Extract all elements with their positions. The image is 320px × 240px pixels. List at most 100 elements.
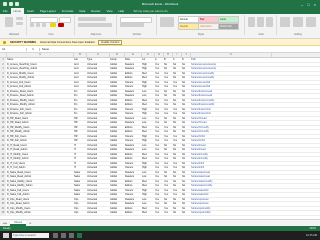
cell[interactable]: D_IT_Full_Admin — [7, 166, 73, 170]
cell[interactable]: No — [164, 148, 172, 152]
cell[interactable]: Yes — [155, 184, 163, 188]
cell[interactable]: No — [173, 157, 181, 161]
cell[interactable]: No — [173, 171, 181, 175]
cell[interactable]: D_Access_Full_Users — [7, 81, 73, 85]
cell[interactable]: D_Finance_Read_Admin — [7, 94, 73, 98]
cell[interactable]: High — [142, 189, 154, 193]
cell[interactable]: High — [142, 108, 154, 112]
cell[interactable]: Universal — [87, 76, 109, 80]
cell[interactable]: D_Ops_Modify_Users — [7, 207, 73, 211]
row-number[interactable]: 3 — [0, 67, 6, 71]
cell[interactable]: Yes — [155, 153, 163, 157]
cell[interactable]: Editors — [125, 72, 141, 76]
cell[interactable]: Global — [110, 166, 124, 170]
cell[interactable]: Universal — [87, 67, 109, 71]
tab-data[interactable]: Data — [76, 9, 88, 13]
cell[interactable]: No — [164, 67, 172, 71]
cell[interactable]: Universal — [87, 121, 109, 125]
row-number[interactable]: 32 — [0, 197, 6, 201]
sheet-nav-icon[interactable]: ◀ ▶ — [0, 222, 10, 225]
row-number[interactable]: 31 — [0, 193, 6, 197]
cell[interactable]: Global — [110, 180, 124, 184]
cell[interactable]: High — [142, 193, 154, 197]
cell[interactable]: Yes — [164, 184, 172, 188]
cell[interactable]: Low — [142, 90, 154, 94]
cell[interactable]: \\share\ops\modify — [191, 207, 271, 211]
column-header[interactable]: D — [110, 53, 125, 57]
tab-formulas[interactable]: Formulas — [59, 9, 77, 13]
cell[interactable]: Readers — [125, 171, 141, 175]
cell[interactable]: Yes — [173, 189, 181, 193]
cell[interactable]: Low — [142, 94, 154, 98]
cell[interactable]: Yes — [164, 166, 172, 170]
cell[interactable]: Low — [142, 144, 154, 148]
cell[interactable]: Editors — [125, 99, 141, 103]
row-number[interactable]: 10 — [0, 98, 6, 102]
select-all-corner[interactable] — [0, 53, 7, 57]
cell[interactable]: No — [182, 144, 190, 148]
cell[interactable]: No — [173, 207, 181, 211]
sheet-tab[interactable]: Sheet1 — [10, 220, 27, 226]
cell[interactable]: D_HR_Modify_Users — [7, 126, 73, 130]
cell[interactable]: Low — [142, 117, 154, 121]
cell[interactable]: High — [142, 166, 154, 170]
cell[interactable]: Editors — [125, 103, 141, 107]
cell[interactable]: Yes — [155, 207, 163, 211]
cell[interactable]: Ops — [74, 211, 86, 215]
cell[interactable]: Yes — [155, 112, 163, 116]
fx-icon[interactable]: fx — [27, 47, 40, 51]
cell[interactable]: Low — [142, 202, 154, 206]
cell[interactable]: Global — [110, 67, 124, 71]
cell[interactable]: Yes — [164, 189, 172, 193]
cell[interactable]: Acct — [74, 63, 86, 67]
cell[interactable]: HR — [74, 130, 86, 134]
cell[interactable]: High — [142, 63, 154, 67]
cell[interactable]: Yes — [164, 139, 172, 143]
cell[interactable]: High — [142, 139, 154, 143]
cell[interactable]: High — [142, 162, 154, 166]
autosum-button[interactable] — [280, 17, 290, 27]
row-number[interactable]: 9 — [0, 94, 6, 98]
cell[interactable]: D_IT_Read_Admin — [7, 148, 73, 152]
cell[interactable]: Fin — [74, 90, 86, 94]
row-number[interactable]: 4 — [0, 71, 6, 75]
cell[interactable]: \\share\finance\full — [191, 108, 271, 112]
maximize-icon[interactable]: □ — [307, 2, 309, 7]
sort-filter-button[interactable] — [293, 17, 303, 27]
cell[interactable]: Global — [110, 189, 124, 193]
cell[interactable]: Yes — [173, 193, 181, 197]
cell[interactable]: Universal — [87, 103, 109, 107]
cell[interactable]: \\share\it\read — [191, 144, 271, 148]
cell[interactable]: No — [173, 153, 181, 157]
cell[interactable]: Universal — [87, 166, 109, 170]
column-header[interactable]: B — [74, 53, 87, 57]
italic-button[interactable] — [36, 23, 40, 27]
row-number[interactable]: 13 — [0, 112, 6, 116]
tab-insert[interactable]: Insert — [24, 9, 37, 13]
row-number[interactable]: 33 — [0, 202, 6, 206]
cell[interactable]: Yes — [164, 103, 172, 107]
start-icon[interactable] — [3, 233, 9, 238]
row-number[interactable]: 14 — [0, 116, 6, 120]
cell[interactable]: Yes — [155, 90, 163, 94]
cell[interactable]: Yes — [155, 198, 163, 202]
row-number[interactable]: 19 — [0, 139, 6, 143]
cell[interactable]: Yes — [164, 153, 172, 157]
cell[interactable]: Readers — [125, 63, 141, 67]
cell[interactable]: D_IT_Read_Users — [7, 144, 73, 148]
excel-icon[interactable] — [77, 233, 82, 238]
cell[interactable]: No — [182, 117, 190, 121]
cell[interactable]: No — [182, 180, 190, 184]
cell[interactable]: Universal — [87, 63, 109, 67]
conditional-format-button[interactable] — [160, 17, 174, 27]
cell[interactable]: Yes — [155, 162, 163, 166]
cell[interactable]: Med — [142, 153, 154, 157]
cell[interactable]: Fin — [74, 99, 86, 103]
column-header[interactable]: H — [164, 53, 173, 57]
cell[interactable]: Yes — [155, 103, 163, 107]
row-number[interactable]: 18 — [0, 134, 6, 138]
cell[interactable]: \\share\access\full — [191, 81, 271, 85]
cell[interactable]: No — [164, 121, 172, 125]
cell[interactable]: D_Finance_Full_Admin — [7, 112, 73, 116]
cell[interactable]: Global — [110, 175, 124, 179]
